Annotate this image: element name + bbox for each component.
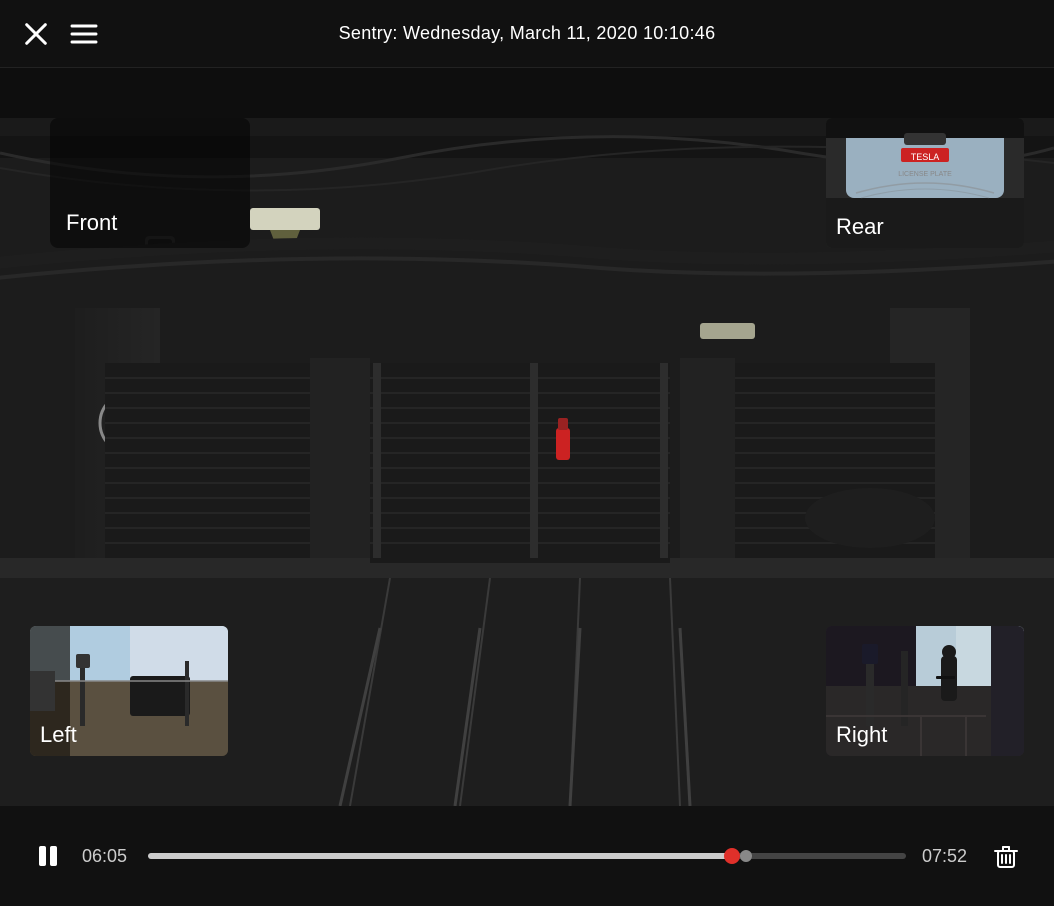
left-camera-thumbnail[interactable]: Left bbox=[30, 626, 228, 756]
svg-text:LICENSE PLATE: LICENSE PLATE bbox=[898, 171, 952, 178]
right-camera-label: Right bbox=[836, 722, 887, 748]
right-camera-thumbnail[interactable]: Right bbox=[826, 626, 1024, 756]
main-camera-view[interactable]: 4D bbox=[0, 68, 1054, 806]
close-button[interactable] bbox=[20, 18, 52, 50]
rear-camera-thumbnail[interactable]: TESLA LICENSE PLATE Rear bbox=[826, 118, 1024, 248]
delete-button[interactable] bbox=[988, 838, 1024, 874]
progress-bar[interactable] bbox=[148, 853, 906, 859]
video-title: Sentry: Wednesday, March 11, 2020 10:10:… bbox=[339, 23, 716, 44]
svg-text:TESLA: TESLA bbox=[911, 152, 940, 162]
progress-filled bbox=[148, 853, 732, 859]
current-time-display: 06:05 bbox=[82, 846, 132, 867]
total-time-display: 07:52 bbox=[922, 846, 972, 867]
progress-secondary-marker bbox=[740, 850, 752, 862]
top-bar: Sentry: Wednesday, March 11, 2020 10:10:… bbox=[0, 0, 1054, 68]
control-bar: 06:05 07:52 bbox=[0, 806, 1054, 906]
menu-button[interactable] bbox=[68, 18, 100, 50]
front-camera-label-overlay[interactable]: Front bbox=[50, 118, 250, 248]
left-camera-label: Left bbox=[40, 722, 77, 748]
progress-handle[interactable] bbox=[724, 848, 740, 864]
rear-camera-label: Rear bbox=[836, 214, 884, 240]
front-camera-label: Front bbox=[66, 210, 117, 236]
play-pause-button[interactable] bbox=[30, 838, 66, 874]
video-area: 4D bbox=[0, 68, 1054, 806]
